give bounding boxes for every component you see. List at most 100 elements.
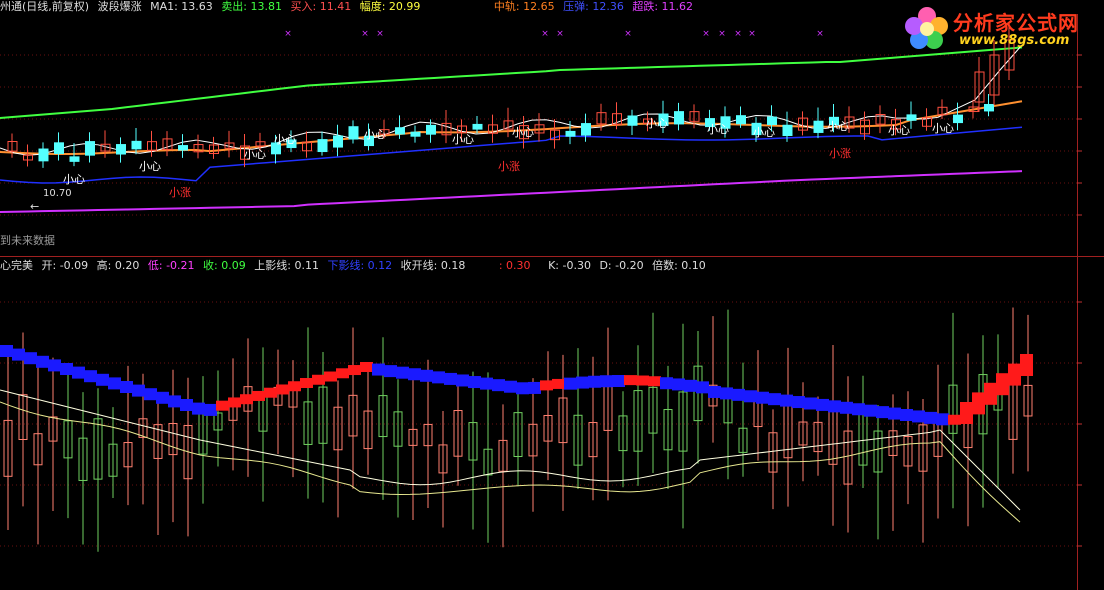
indicator-band-block xyxy=(12,348,25,361)
indicator-band-block xyxy=(840,401,853,414)
indicator-band-block xyxy=(216,400,229,411)
indicator-band-block xyxy=(600,375,613,388)
price-candle-body xyxy=(581,123,591,136)
signal-mark: × xyxy=(376,29,384,39)
indicator-band-block xyxy=(696,381,709,394)
signal-mark: × xyxy=(541,29,549,39)
indicator-band-block xyxy=(360,362,373,372)
indicator-band-block xyxy=(864,404,877,417)
signal-mark: × xyxy=(361,29,369,39)
indicator-band-block xyxy=(300,378,313,388)
indicator-band-block xyxy=(936,413,949,426)
indicator-band-block xyxy=(708,385,721,398)
future-data-label: 到未来数据 xyxy=(0,234,55,247)
indicator-band-block xyxy=(828,400,841,413)
indicator-band-block xyxy=(792,396,805,409)
price-candle-body xyxy=(69,156,80,162)
indicator-band-block xyxy=(120,381,133,393)
upper-band-line xyxy=(0,46,1023,119)
indicator-band-block xyxy=(72,366,85,379)
signal-mark: × xyxy=(718,29,726,39)
indicator-band-block xyxy=(900,409,913,421)
indicator-band-block xyxy=(768,393,781,406)
indicator-band-block xyxy=(996,373,1009,396)
price-candle-body xyxy=(178,145,188,151)
indicator-band-block xyxy=(636,375,649,386)
signal-mark: × xyxy=(556,29,564,39)
indicator-band-block xyxy=(540,380,553,391)
site-logo: 分析家公式网 www.88gs.com xyxy=(903,4,1103,52)
price-candle-body xyxy=(782,124,793,137)
indicator-band-block xyxy=(204,403,217,416)
indicator-band-block xyxy=(228,397,241,408)
indicator-band-block xyxy=(372,363,385,376)
indicator-band-block xyxy=(672,378,685,391)
indicator-band-block xyxy=(756,391,769,404)
indicator-band-block xyxy=(252,390,265,401)
logo-url: www.88gs.com xyxy=(959,33,1070,48)
xiaoxin-label: 小心 xyxy=(452,133,474,146)
indicator-band-block xyxy=(492,379,505,392)
xiaozhang-label: 小涨 xyxy=(829,147,851,160)
xiaoxin-label: 小心 xyxy=(827,120,849,133)
xiaoxin-label: 小心 xyxy=(274,133,296,146)
chart-canvas[interactable]: × × × × × × × × × × ×小心小心小心小心 小心 小心小心小心 小心 小心 小心 小心 小心小涨小… xyxy=(0,0,1104,590)
indicator-band-block xyxy=(804,397,817,410)
indicator-band-block xyxy=(84,370,97,383)
price-candle-body xyxy=(116,144,126,155)
indicator-band-block xyxy=(852,403,865,416)
price-candle-body xyxy=(565,130,576,137)
xiaozhang-label: 小涨 xyxy=(169,186,191,199)
price-candle-body xyxy=(131,140,142,150)
indicator-band-block xyxy=(960,402,973,424)
indicator-band-block xyxy=(720,387,733,400)
indicator-band-block xyxy=(132,384,145,397)
indicator-band-block xyxy=(288,381,301,392)
indicator-band-block xyxy=(384,365,397,378)
indicator-band-block xyxy=(516,382,529,395)
xiaoxin-label: 小心 xyxy=(888,124,910,137)
xiaoxin-label: 小心 xyxy=(244,148,266,161)
indicator-band-block xyxy=(528,381,541,394)
indicator-band-block xyxy=(576,376,589,389)
price-candle-body xyxy=(627,115,638,126)
signal-mark: × xyxy=(816,29,824,39)
indicator-band-block xyxy=(972,392,985,415)
indicator-band-block xyxy=(96,373,109,386)
price-candle-body xyxy=(426,124,436,135)
indicator-band-block xyxy=(324,371,337,382)
price-candle-body xyxy=(333,135,343,148)
signal-mark: × xyxy=(624,29,632,39)
price-candle-body xyxy=(410,131,421,137)
indicator-band-block xyxy=(648,376,661,387)
indicator-band-block xyxy=(504,380,517,393)
indicator-band-block xyxy=(48,359,61,372)
indicator-band-block xyxy=(180,399,193,411)
indicator-band-block xyxy=(816,398,829,411)
signal-mark: × xyxy=(702,29,710,39)
indicator-band-block xyxy=(144,388,157,401)
indicator-band-block xyxy=(588,375,601,388)
price-candle-body xyxy=(38,148,49,162)
indicator-band-block xyxy=(612,375,625,388)
indicator-band-block xyxy=(684,379,697,392)
price-candle-body xyxy=(54,142,64,155)
indicator-band-block xyxy=(888,407,901,420)
price-candle-body xyxy=(736,115,746,125)
indicator-band-block xyxy=(36,355,49,368)
indicator-band-block xyxy=(60,363,73,375)
xiaoxin-label: 小心 xyxy=(646,117,668,130)
price-candle-body xyxy=(674,111,684,125)
price-candle-body xyxy=(85,141,95,156)
indicator-band-block xyxy=(552,378,565,389)
indicator-band-block xyxy=(156,391,169,404)
indicator-band-block xyxy=(624,375,637,386)
logo-title: 分析家公式网 xyxy=(953,11,1079,35)
indicator-band-block xyxy=(108,377,121,390)
signal-mark: × xyxy=(734,29,742,39)
price-candle-body xyxy=(906,114,917,121)
lower-band-line xyxy=(0,126,1023,184)
price-candle-body xyxy=(953,114,963,124)
indicator-band-block xyxy=(480,377,493,390)
ma-line xyxy=(0,44,1023,156)
